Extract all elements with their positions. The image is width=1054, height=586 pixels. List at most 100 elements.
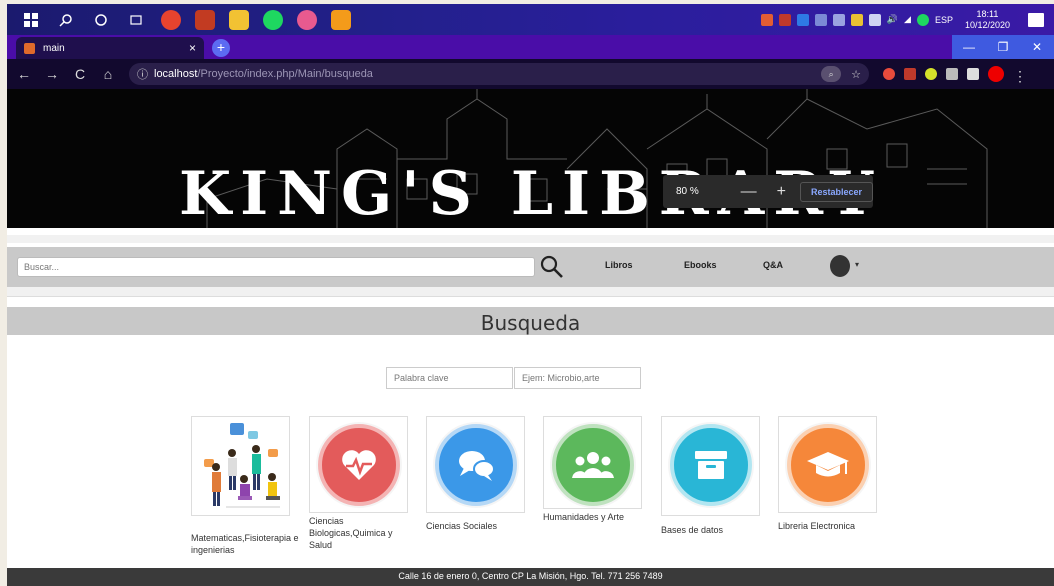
tray-app-icon[interactable] <box>760 13 773 26</box>
category-label[interactable]: Bases de datos <box>661 524 769 536</box>
example-keyword-input[interactable]: Ejem: Microbio,arte <box>514 367 641 389</box>
battery-icon[interactable] <box>868 13 881 26</box>
library-banner: KING'S LIBRARY <box>7 89 1054 228</box>
back-arrow-icon[interactable]: ← <box>13 66 35 82</box>
card-image <box>544 417 641 512</box>
windows-start-icon[interactable] <box>20 10 42 30</box>
tab-close-icon[interactable]: × <box>189 41 196 55</box>
spotify-icon[interactable] <box>263 9 283 30</box>
card-image <box>310 417 407 512</box>
category-label[interactable]: Ciencias Biologicas,Quimica y Salud <box>309 515 417 551</box>
game-app-icon[interactable] <box>195 9 215 30</box>
spotify-tray-icon[interactable] <box>916 13 929 26</box>
category-card-ciencias-sociales[interactable] <box>426 416 525 513</box>
nav-link-ebooks[interactable]: Ebooks <box>684 260 717 270</box>
clock-time: 18:11 <box>976 8 999 19</box>
reload-icon[interactable]: C <box>69 66 91 82</box>
close-window-button[interactable]: ✕ <box>1020 35 1054 59</box>
category-card-matematicas[interactable] <box>191 416 290 516</box>
keyword-input[interactable]: Palabra clave <box>386 367 513 389</box>
chevron-down-icon[interactable]: ▾ <box>855 260 859 269</box>
archive-box-icon <box>669 423 752 506</box>
tab-main[interactable]: main × <box>16 37 204 59</box>
forward-arrow-icon[interactable]: → <box>41 66 63 82</box>
site-search-input[interactable]: Buscar... <box>17 257 535 277</box>
site-info-icon[interactable]: ⓘ <box>137 66 148 82</box>
divider <box>7 287 1054 297</box>
task-view-icon[interactable] <box>125 10 147 30</box>
puzzle-extensions-icon[interactable] <box>967 68 979 80</box>
site-footer: Calle 16 de enero 0, Centro CP La Misión… <box>7 568 1054 586</box>
file-explorer-icon[interactable] <box>229 9 249 30</box>
sublime-text-icon[interactable] <box>331 9 351 30</box>
app-pinwheel-icon[interactable] <box>297 9 317 30</box>
zoom-level: 80 % <box>676 186 699 197</box>
card-image <box>427 417 524 512</box>
magnifier-icon <box>540 255 563 278</box>
network-icon[interactable]: ◢ <box>904 14 911 25</box>
pdf-extension-icon[interactable] <box>904 68 916 80</box>
chat-bubbles-icon <box>434 423 517 506</box>
zoom-icon[interactable]: ⌕ <box>821 66 842 82</box>
extensions-bar: ⋮ <box>883 66 1027 84</box>
cortana-icon[interactable] <box>90 10 112 30</box>
menu-kebab-icon[interactable]: ⋮ <box>1013 68 1027 84</box>
card-image <box>779 417 876 512</box>
tab-favicon-icon <box>24 42 35 54</box>
restore-button[interactable]: ❐ <box>986 35 1020 59</box>
language-indicator[interactable]: ESP <box>935 15 953 25</box>
zoom-in-button[interactable]: + <box>777 183 786 201</box>
site-navbar: Buscar... Libros Ebooks Q&A ▾ <box>7 247 1054 287</box>
people-illustration-icon <box>192 417 289 512</box>
zoom-out-button[interactable]: — <box>741 183 757 201</box>
home-icon[interactable]: ⌂ <box>97 66 119 82</box>
category-label[interactable]: Libreria Electronica <box>778 520 886 532</box>
tray-app-icon[interactable] <box>778 13 791 26</box>
clock[interactable]: 18:11 10/12/2020 <box>965 9 1010 31</box>
tray-app-icon[interactable] <box>850 13 863 26</box>
address-bar[interactable]: ⓘ localhost /Proyecto/index.php/Main/bus… <box>129 63 869 85</box>
banner-title: KING'S LIBRARY <box>178 159 883 228</box>
url-path: /Proyecto/index.php/Main/busqueda <box>197 68 373 80</box>
category-card-bases-de-datos[interactable] <box>661 416 760 516</box>
new-tab-button[interactable]: + <box>212 39 230 57</box>
zoom-reset-button[interactable]: Restablecer <box>799 181 873 202</box>
os-taskbar: 🔊 ◢ ESP 18:11 10/12/2020 <box>7 4 1054 35</box>
browser-tab-strip: main × + — ❐ ✕ <box>7 35 1054 59</box>
tab-title: main <box>43 42 65 54</box>
extension-icon[interactable] <box>925 68 937 80</box>
window-controls: — ❐ ✕ <box>952 35 1054 59</box>
extension-icon[interactable] <box>883 68 895 80</box>
category-label[interactable]: Humanidades y Arte <box>543 511 651 523</box>
category-label[interactable]: Matematicas,Fisioterapia e ingenierias <box>191 532 299 556</box>
url-host: localhost <box>154 68 198 80</box>
category-card-humanidades[interactable] <box>543 416 642 509</box>
bluetooth-icon[interactable] <box>796 13 809 26</box>
chrome-app-icon[interactable] <box>161 9 181 30</box>
web-page: KING'S LIBRARY 80 % — + Restablecer Busc… <box>7 89 1054 586</box>
tray-app-icon[interactable] <box>814 13 827 26</box>
volume-icon[interactable]: 🔊 <box>887 14 898 25</box>
minimize-button[interactable]: — <box>952 35 986 59</box>
system-tray: 🔊 ◢ ESP 18:11 10/12/2020 <box>760 9 1044 31</box>
group-icon <box>551 423 634 506</box>
tray-app-icon[interactable] <box>832 13 845 26</box>
extension-icon[interactable] <box>946 68 958 80</box>
category-card-libreria-electronica[interactable] <box>778 416 877 513</box>
nav-link-libros[interactable]: Libros <box>605 260 633 270</box>
card-image <box>662 417 759 512</box>
graduation-cap-icon <box>786 423 869 506</box>
user-avatar[interactable] <box>830 255 850 277</box>
heartbeat-icon <box>317 423 400 506</box>
page-title: Busqueda <box>480 311 581 335</box>
nav-link-qa[interactable]: Q&A <box>763 260 783 270</box>
notification-icon[interactable] <box>1028 12 1044 27</box>
search-button[interactable] <box>539 255 565 279</box>
zoom-popup: 80 % — + Restablecer <box>663 175 873 208</box>
search-icon[interactable] <box>55 10 77 30</box>
clock-date: 10/12/2020 <box>964 19 1010 30</box>
category-card-ciencias-biologicas[interactable] <box>309 416 408 513</box>
category-label[interactable]: Ciencias Sociales <box>426 520 534 532</box>
profile-avatar-icon[interactable] <box>988 66 1004 82</box>
bookmark-star-icon[interactable]: ☆ <box>851 68 861 81</box>
